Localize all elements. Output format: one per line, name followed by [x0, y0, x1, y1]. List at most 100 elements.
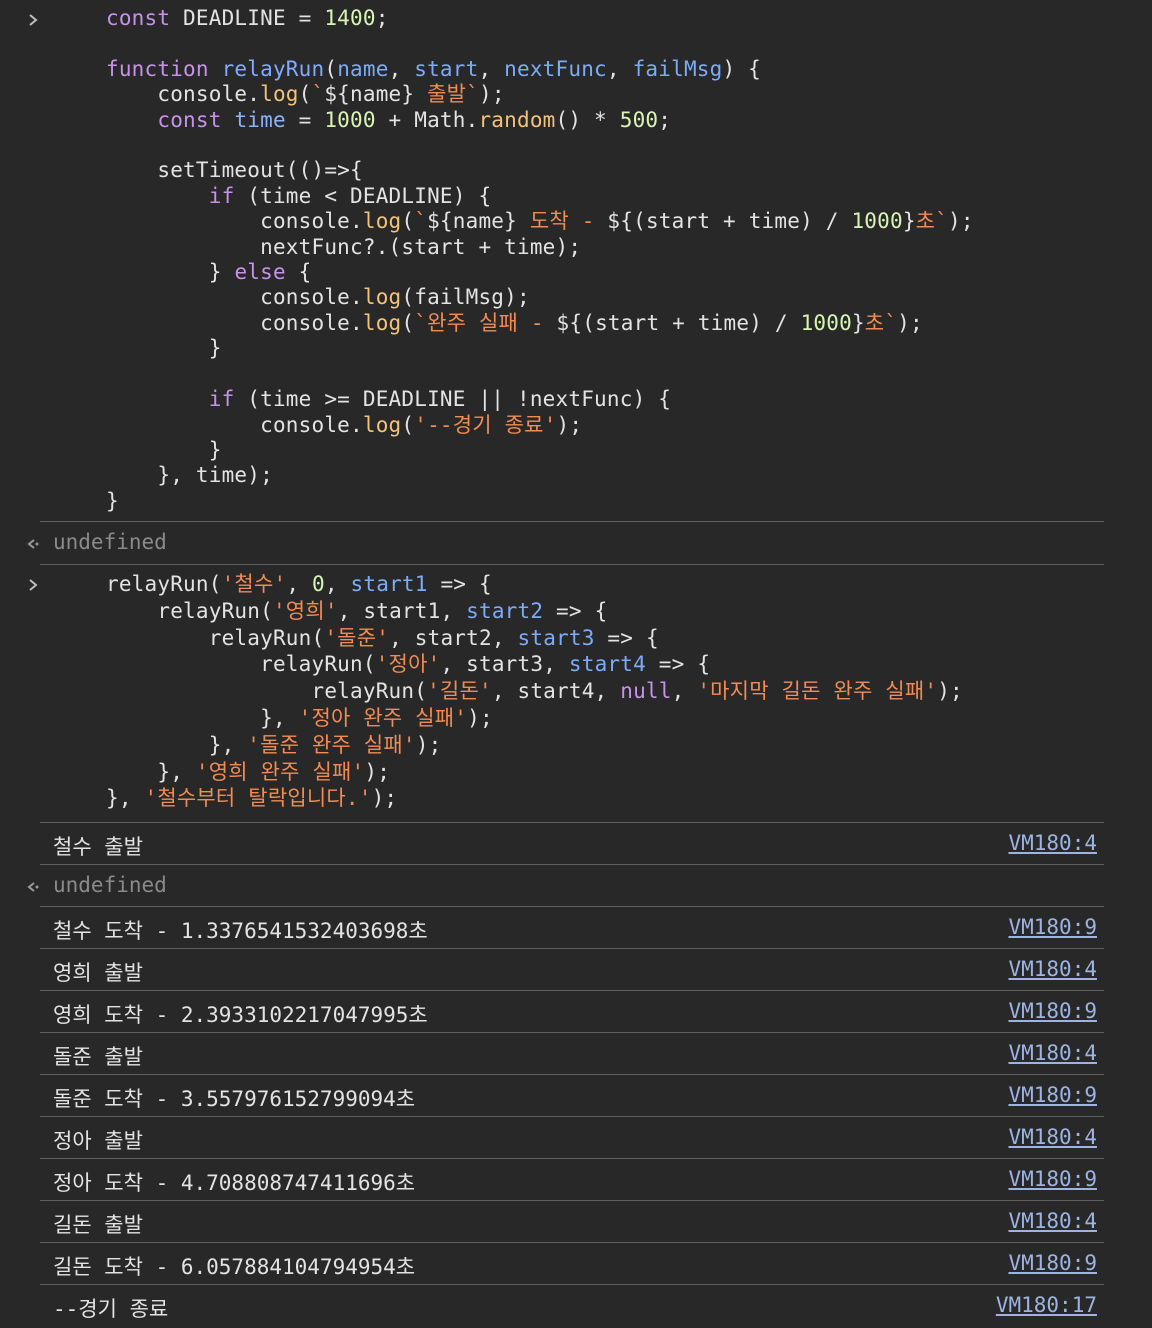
- code-token: => {: [645, 652, 711, 677]
- code-token: (: [401, 310, 415, 335]
- log-message: 길돈 도착 - 6.057884104794954초: [53, 1255, 416, 1279]
- code-token: `: [414, 209, 428, 234]
- code-line: }, '영희 완주 실패');: [106, 760, 390, 784]
- console-input-entry[interactable]: relayRun('철수', 0, start1 => { relayRun('…: [0, 571, 1152, 812]
- code-token: log: [260, 82, 299, 107]
- code-token: }: [106, 437, 222, 462]
- code-token: ;: [658, 107, 672, 132]
- code-token: '철수부터 탈락입니다.': [144, 786, 372, 811]
- code-token: }, time);: [106, 463, 273, 488]
- code-token: 1000: [324, 107, 376, 132]
- code-token: random: [478, 107, 556, 132]
- code-token: (failMsg);: [401, 285, 530, 310]
- code-token: log: [362, 412, 402, 437]
- code-token: null: [620, 679, 672, 704]
- log-message: --경기 종료: [53, 1297, 169, 1321]
- code-token: }: [106, 488, 119, 513]
- code-line: if (time < DEADLINE) {: [106, 184, 491, 208]
- code-token: ,: [671, 679, 698, 704]
- code-token: log: [362, 285, 402, 310]
- code-token: name: [337, 56, 389, 81]
- log-message: 정아 도착 - 4.708808747411696초: [53, 1171, 416, 1195]
- source-link[interactable]: VM180:9: [1008, 1167, 1097, 1191]
- console-input-entry[interactable]: const DEADLINE = 1400; function relayRun…: [0, 6, 1152, 514]
- code-line: console.log(failMsg);: [106, 285, 530, 309]
- code-token: + Math.: [375, 107, 479, 132]
- log-message: 영희 도착 - 2.3933102217047995초: [53, 1003, 428, 1027]
- code-line: relayRun('길돈', start4, null, '마지막 길돈 완주 …: [106, 679, 963, 703]
- code-token: '철수': [221, 572, 287, 596]
- return-arrow-icon: [25, 537, 41, 551]
- log-message: 영희 출발: [53, 961, 143, 985]
- source-link[interactable]: VM180:9: [1008, 1251, 1097, 1275]
- code-token: log: [362, 310, 402, 335]
- code-line: }: [106, 336, 222, 360]
- code-token: 500: [619, 107, 659, 132]
- code-token: =: [285, 107, 325, 132]
- source-link[interactable]: VM180:4: [1008, 1125, 1097, 1149]
- code-token: );: [467, 705, 493, 730]
- code-token: );: [948, 209, 974, 234]
- code-token: `완주 실패 -: [414, 310, 557, 335]
- source-link[interactable]: VM180:9: [1008, 999, 1097, 1023]
- code-token: '정아': [375, 652, 441, 677]
- code-token: , start1,: [337, 598, 467, 623]
- code-token: nextFunc?.(start + time);: [106, 234, 582, 259]
- code-token: ,: [606, 56, 633, 81]
- code-token: ) {: [722, 56, 762, 81]
- code-token: 도착 -: [517, 209, 608, 234]
- code-token: failMsg: [632, 56, 723, 81]
- code-token: const: [157, 107, 222, 132]
- console-return-row: undefined: [0, 522, 1104, 562]
- code-token: (: [401, 209, 415, 234]
- code-token: '--경기 종료': [414, 412, 557, 437]
- code-token: start3: [517, 625, 595, 650]
- console-return-row: undefined: [0, 865, 1104, 905]
- code-line: if (time >= DEADLINE || !nextFunc) {: [106, 387, 671, 411]
- code-line: }, '돌준 완주 실패');: [106, 732, 442, 757]
- log-message: 철수 출발: [53, 835, 143, 859]
- source-link[interactable]: VM180:4: [1008, 1041, 1097, 1065]
- code-token: function: [106, 56, 209, 81]
- code-line: }, time);: [106, 463, 273, 487]
- source-link[interactable]: VM180:9: [1008, 915, 1097, 939]
- source-link[interactable]: VM180:17: [996, 1293, 1097, 1317]
- code-token: },: [106, 705, 299, 730]
- code-token: );: [364, 759, 391, 784]
- console-log-row: 길돈 출발 VM180:4: [0, 1201, 1104, 1243]
- code-token: (: [324, 56, 338, 81]
- source-link[interactable]: VM180:4: [1008, 1209, 1097, 1233]
- console-log-row: 길돈 도착 - 6.057884104794954초 VM180:9: [0, 1243, 1104, 1285]
- code-token: ;: [375, 6, 389, 30]
- console-log-row: 영희 출발 VM180:4: [0, 949, 1104, 991]
- log-message: 정아 출발: [53, 1129, 143, 1153]
- code-token: 0: [312, 572, 325, 596]
- source-link[interactable]: VM180:9: [1008, 1083, 1097, 1107]
- source-link[interactable]: VM180:4: [1008, 831, 1097, 855]
- code-line: }, '철수부터 탈락입니다.');: [106, 786, 397, 810]
- return-value: undefined: [53, 873, 167, 897]
- code-token: , start4,: [491, 679, 621, 704]
- code-token: }: [902, 209, 916, 234]
- code-line: relayRun('철수', 0, start1 => {: [106, 572, 492, 596]
- code-token: console.: [106, 82, 261, 107]
- code-token: );: [937, 679, 963, 704]
- code-token: },: [106, 732, 248, 757]
- code-line: setTimeout(()=>{: [106, 158, 363, 182]
- code-token: start2: [466, 598, 544, 623]
- code-token: );: [371, 786, 398, 811]
- code-token: ${(start + time) /: [556, 310, 801, 335]
- code-token: 1400: [324, 6, 376, 30]
- code-block: const DEADLINE = 1400; function relayRun…: [106, 6, 1152, 514]
- log-message: 돌준 도착 - 3.557976152799094초: [53, 1087, 416, 1111]
- code-token: (: [401, 412, 415, 437]
- source-link[interactable]: VM180:4: [1008, 957, 1097, 981]
- console-log-row: 돌준 도착 - 3.557976152799094초 VM180:9: [0, 1075, 1104, 1117]
- log-message: 길돈 출발: [53, 1213, 143, 1237]
- code-token: '영희': [272, 598, 338, 623]
- code-token: else: [234, 260, 286, 285]
- code-token: ,: [388, 56, 415, 81]
- console-log-row: 철수 출발 VM180:4: [0, 823, 1104, 865]
- code-token: '정아 완주 실패': [298, 705, 468, 730]
